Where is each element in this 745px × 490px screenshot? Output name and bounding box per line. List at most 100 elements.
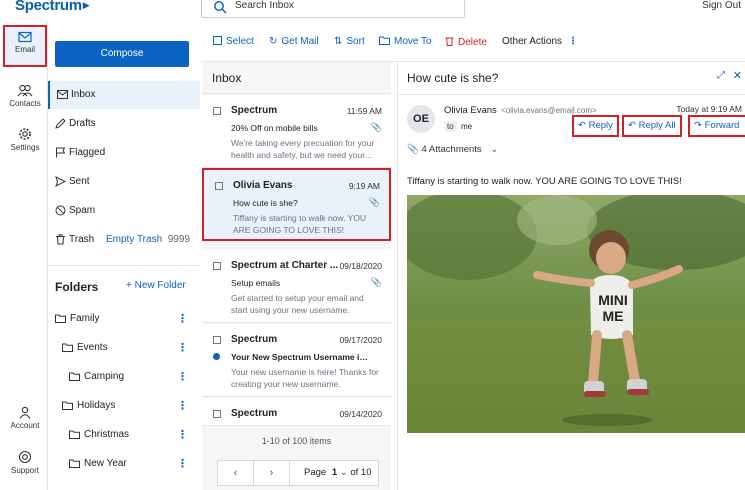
select-label: Select [226,36,254,47]
rail-email[interactable]: Email [3,25,47,67]
trash-count: 9999 [167,234,190,245]
get-mail-label: Get Mail [281,36,319,47]
folder-sidebar: Compose Inbox Drafts Flagged Sent Spam T… [48,22,200,490]
sort-button[interactable]: ⇅ Sort [334,36,365,47]
prev-page-button[interactable]: ‹ [218,461,254,485]
rail-account[interactable]: Account [3,402,47,444]
folder-label: Holidays [77,400,116,411]
sidebar-item-sent[interactable]: Sent [48,168,200,196]
sidebar-divider [48,265,200,266]
trash-icon [445,37,454,46]
attachments-label: 4 Attachments [421,144,482,155]
row-checkbox[interactable] [213,262,221,270]
folder-icon [62,401,73,410]
reply-label: Reply [588,120,613,131]
folder-label: Family [70,313,100,324]
message-row[interactable]: Spectrum at Charter ... 09/18/2020 Setup… [202,250,391,323]
move-to-button[interactable]: Move To [379,36,432,47]
rail-contacts-label: Contacts [9,99,41,108]
reply-button[interactable]: ↶ Reply [572,115,619,137]
folder-label: Camping [84,371,125,382]
sidebar-item-inbox[interactable]: Inbox [48,81,200,109]
rail-support[interactable]: Support [3,446,47,488]
chevron-left-icon: ‹ [233,467,238,479]
rail-settings[interactable]: Settings [3,123,47,165]
forward-button[interactable]: ↷ Forward [688,115,745,137]
message-row[interactable]: Spectrum 11:59 AM 20% Off on mobile bill… [202,95,391,168]
paperclip-icon: 📎 [368,197,380,207]
folder-christmas[interactable]: Christmas ⋮ [69,427,200,449]
contacts-icon [17,84,33,97]
message-subject: Setup emails [231,278,281,288]
message-subject: 20% Off on mobile bills [231,123,318,133]
folder-menu-kebab[interactable]: ⋮ [177,370,188,383]
inbox-title: Inbox [212,71,242,85]
folders-heading: Folders [55,280,99,294]
folder-holidays[interactable]: Holidays ⋮ [62,398,200,420]
folder-menu-kebab[interactable]: ⋮ [177,457,188,470]
folder-events[interactable]: Events ⋮ [62,340,200,362]
get-mail-button[interactable]: ↻ Get Mail [269,36,319,47]
refresh-icon: ↻ [269,36,278,47]
flag-icon [56,147,66,158]
message-preview: Get started to setup your email and star… [231,293,364,315]
message-time: 09/18/2020 [339,261,382,271]
pencil-icon [55,118,66,129]
row-checkbox[interactable] [213,336,221,344]
reader-divider [398,94,745,95]
folder-camping[interactable]: Camping ⋮ [69,369,200,391]
reply-all-label: Reply All [638,120,676,131]
row-checkbox[interactable] [213,410,221,418]
empty-trash-link[interactable]: Empty Trash [106,234,162,245]
rail-contacts[interactable]: Contacts [3,80,47,122]
message-row[interactable]: Spectrum 09/14/2020 [202,398,391,426]
folder-menu-kebab[interactable]: ⋮ [177,341,188,354]
message-row-selected[interactable]: Olivia Evans 9:19 AM How cute is she? 📎 … [202,168,391,241]
message-subject: Your New Spectrum Username is he ... [231,352,371,362]
expand-icon[interactable]: ⤢ [717,70,725,81]
delete-button[interactable]: Delete [445,36,487,48]
row-checkbox[interactable] [213,107,221,115]
folder-menu-kebab[interactable]: ⋮ [177,428,188,441]
folder-label: Christmas [84,429,130,440]
message-time: 09/14/2020 [339,409,382,419]
next-page-button[interactable]: › [254,461,290,485]
sign-out-link[interactable]: Sign Out [702,0,741,11]
message-preview: We're taking every precuation for your h… [231,138,375,160]
sidebar-item-trash[interactable]: Trash Empty Trash 9999 [48,226,200,254]
sidebar-item-drafts[interactable]: Drafts [48,110,200,138]
message-time: 11:59 AM [346,106,382,116]
inbox-header: Inbox [202,62,391,94]
sidebar-item-flagged[interactable]: Flagged [48,139,200,167]
folder-icon [69,459,80,468]
folder-new-year[interactable]: New Year ⋮ [69,456,200,478]
reply-all-button[interactable]: ↶ Reply All [622,115,682,137]
support-icon [18,450,32,464]
kebab-icon: ⋮ [568,36,579,47]
folder-menu-kebab[interactable]: ⋮ [177,312,188,325]
spectrum-logo[interactable]: Spectrum▶ [15,0,90,14]
attachments-toggle[interactable]: 📎 4 Attachments ⌄ [407,144,498,155]
new-folder-button[interactable]: + New Folder [126,280,186,291]
sidebar-item-label: Flagged [69,147,106,158]
select-button[interactable]: Select [213,36,254,47]
close-icon[interactable]: ✕ [733,69,742,82]
message-toolbar: Select ↻ Get Mail ⇅ Sort Move To Delete Ot… [200,22,745,62]
shirt-text-top: MINI [598,292,628,308]
page-selector[interactable]: Page 1 ⌄ of 10 [304,467,372,478]
other-actions-button[interactable]: Other Actions ⋮ [502,36,578,47]
search-icon [214,1,227,14]
gear-icon [19,128,31,140]
message-row[interactable]: Spectrum 09/17/2020 Your New Spectrum Us… [202,324,391,397]
folder-menu-kebab[interactable]: ⋮ [177,399,188,412]
search-input[interactable]: Search Inbox [201,0,465,18]
compose-button[interactable]: Compose [55,41,189,67]
row-checkbox[interactable] [215,182,223,190]
sidebar-item-spam[interactable]: Spam [48,197,200,225]
rail-email-label: Email [14,45,35,54]
sidebar-item-label: Sent [69,176,90,187]
reader-subject: How cute is she? [407,71,499,85]
forward-label: Forward [704,120,740,131]
pagination-info: 1-10 of 100 items [261,436,332,446]
folder-family[interactable]: Family ⋮ [55,311,200,333]
